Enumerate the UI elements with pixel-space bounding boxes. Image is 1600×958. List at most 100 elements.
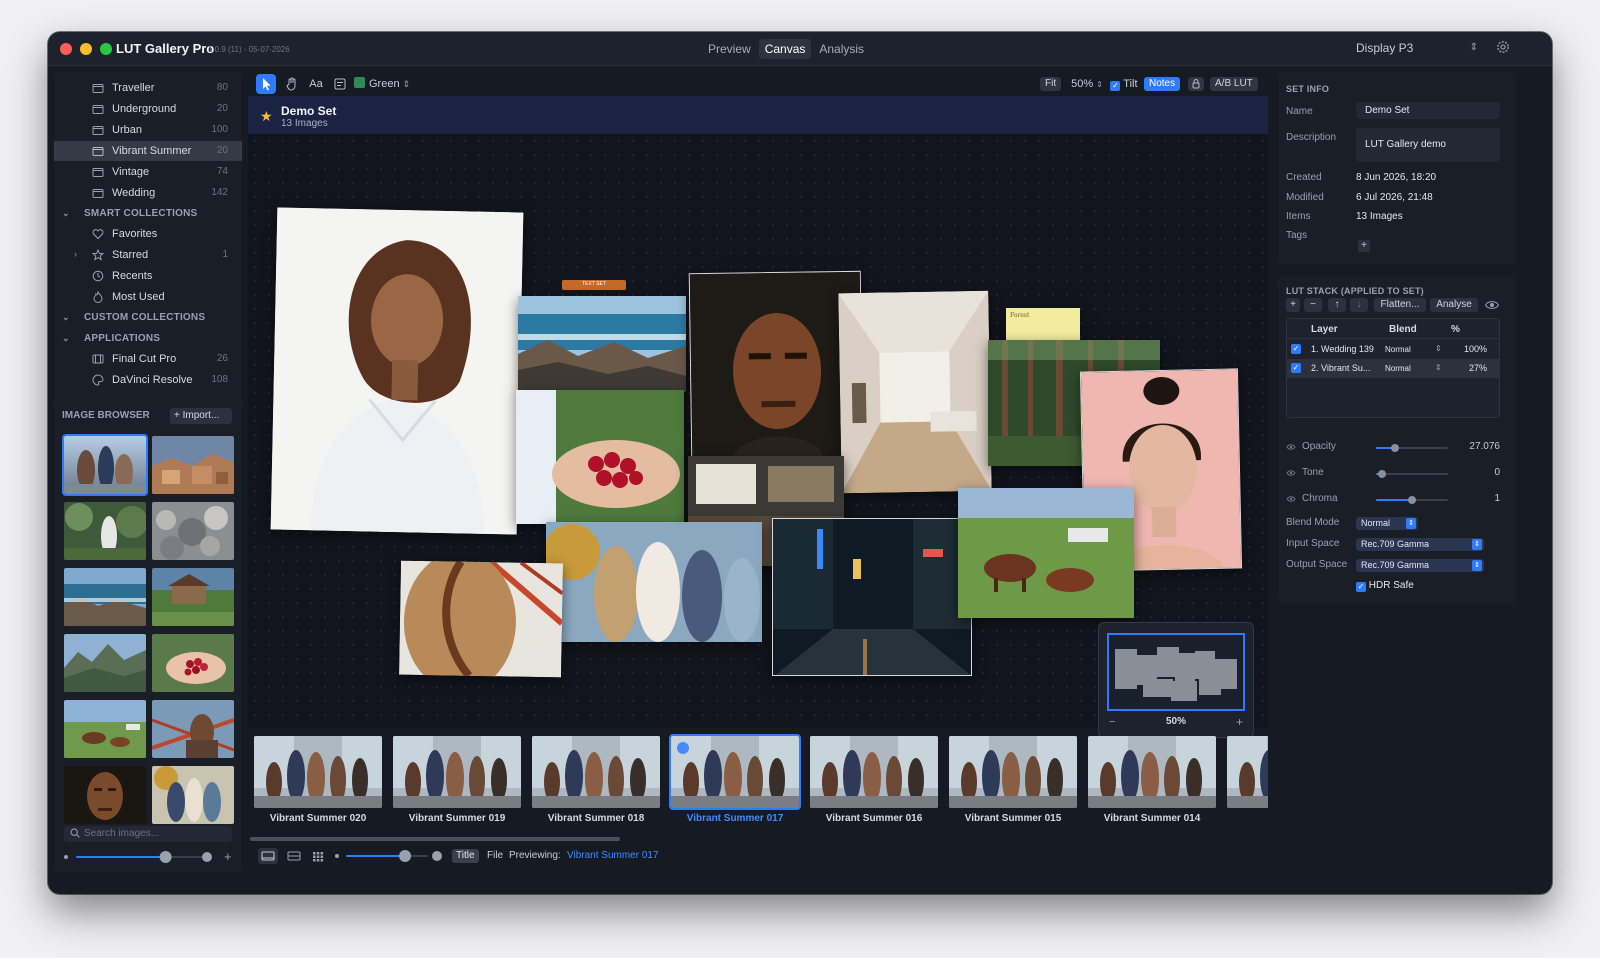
- canvas-photo[interactable]: [270, 207, 524, 535]
- filmstrip-item[interactable]: Vibrant Summer 014: [1088, 736, 1216, 824]
- layer-blend[interactable]: Normal: [1385, 364, 1411, 373]
- output-space-select[interactable]: Rec.709 Gamma ⇕: [1356, 559, 1484, 572]
- slider-track[interactable]: [1376, 496, 1448, 504]
- move-up-button[interactable]: ↑: [1328, 298, 1346, 312]
- section-applications[interactable]: ⌄ APPLICATIONS: [54, 330, 242, 348]
- browser-thumb[interactable]: [152, 766, 234, 824]
- checkbox-checked-icon[interactable]: ✓: [1291, 363, 1301, 373]
- sidebar-item-final-cut-pro[interactable]: Final Cut Pro 26: [54, 349, 242, 369]
- input-space-select[interactable]: Rec.709 Gamma ⇕: [1356, 538, 1484, 551]
- add-layer-button[interactable]: +: [1286, 298, 1300, 312]
- analyse-button[interactable]: Analyse: [1430, 298, 1478, 312]
- scrollbar-thumb[interactable]: [250, 837, 620, 841]
- browser-thumb[interactable]: [152, 700, 234, 758]
- slider-track[interactable]: [1376, 444, 1448, 452]
- thumbnail-size-slider[interactable]: +: [64, 850, 236, 864]
- text-tool-button[interactable]: Aa: [306, 74, 326, 94]
- filmstrip-item[interactable]: Vibrai: [1227, 736, 1268, 824]
- display-profile-select[interactable]: Display P3 ⇕: [1348, 40, 1484, 58]
- eye-icon[interactable]: [1286, 442, 1296, 452]
- filmstrip-item[interactable]: Vibrant Summer 020: [254, 736, 382, 824]
- slider-knob[interactable]: [1391, 444, 1400, 452]
- layout-grid-button[interactable]: [308, 848, 328, 864]
- blend-mode-select[interactable]: Normal ⇕: [1356, 517, 1418, 530]
- canvas-photo[interactable]: [399, 560, 563, 678]
- canvas-photo[interactable]: [546, 522, 762, 642]
- layout-filmstrip-button[interactable]: [258, 848, 278, 864]
- filmstrip-item[interactable]: Vibrant Summer 016: [810, 736, 938, 824]
- zoom-select[interactable]: 50% ⇕: [1068, 74, 1106, 94]
- lock-button[interactable]: [1188, 77, 1204, 91]
- canvas-photo[interactable]: [516, 390, 684, 524]
- browser-thumb[interactable]: [64, 634, 146, 692]
- sidebar-item-traveller[interactable]: Traveller 80: [54, 78, 242, 98]
- canvas-photo[interactable]: [688, 270, 864, 460]
- caption-title-toggle[interactable]: Title: [452, 849, 479, 863]
- filmstrip-size-slider[interactable]: [334, 849, 444, 863]
- canvas-text-tag[interactable]: TEXT SET: [562, 280, 626, 290]
- filmstrip-item[interactable]: Vibrant Summer 015: [949, 736, 1077, 824]
- search-input[interactable]: Search images...: [64, 826, 232, 842]
- name-field[interactable]: Demo Set: [1356, 102, 1500, 119]
- gear-icon[interactable]: [1496, 40, 1510, 54]
- sidebar-item-urban[interactable]: Urban 100: [54, 120, 242, 140]
- slider-chroma[interactable]: Chroma 1: [1286, 492, 1500, 508]
- section-smart-collections[interactable]: ⌄ SMART COLLECTIONS: [54, 205, 242, 223]
- notes-toggle[interactable]: Notes: [1144, 77, 1181, 91]
- description-field[interactable]: LUT Gallery demo: [1356, 128, 1500, 162]
- browser-thumb[interactable]: [152, 502, 234, 560]
- browser-thumb[interactable]: [152, 436, 234, 494]
- browser-thumb[interactable]: [152, 634, 234, 692]
- filmstrip-item[interactable]: Vibrant Summer 019: [393, 736, 521, 824]
- canvas-photo[interactable]: [838, 290, 992, 494]
- browser-thumb[interactable]: [64, 766, 146, 824]
- filmstrip-scrollbar[interactable]: [248, 836, 1268, 842]
- color-select[interactable]: Green ⇕: [354, 74, 412, 94]
- eye-icon[interactable]: [1484, 298, 1500, 312]
- minimize-window-button[interactable]: [80, 43, 92, 55]
- slider-opacity[interactable]: Opacity 27.076: [1286, 440, 1500, 456]
- eye-icon[interactable]: [1286, 494, 1296, 504]
- move-down-button[interactable]: ↓: [1350, 298, 1368, 312]
- minimap[interactable]: − 50% +: [1098, 622, 1254, 738]
- minimap-viewport[interactable]: [1107, 633, 1245, 711]
- sidebar-item-wedding[interactable]: Wedding 142: [54, 183, 242, 203]
- browser-thumb[interactable]: [152, 568, 234, 626]
- chevron-right-icon[interactable]: ›: [74, 249, 77, 259]
- browser-thumb[interactable]: [64, 700, 146, 758]
- ab-lut-button[interactable]: A/B LUT: [1210, 77, 1258, 91]
- canvas[interactable]: TEXT SET Forest − 50% +: [248, 134, 1268, 738]
- filmstrip-item[interactable]: Vibrant Summer 017: [669, 734, 801, 824]
- layer-blend[interactable]: Normal: [1385, 345, 1411, 354]
- layout-split-button[interactable]: [284, 848, 304, 864]
- zoom-window-button[interactable]: [100, 43, 112, 55]
- tilt-checkbox[interactable]: ✓ Tilt: [1108, 74, 1140, 94]
- remove-layer-button[interactable]: −: [1304, 298, 1322, 312]
- sidebar-item-starred[interactable]: › Starred 1: [54, 245, 242, 265]
- checkbox-checked-icon[interactable]: ✓: [1291, 344, 1301, 354]
- sidebar-item-davinci-resolve[interactable]: DaVinci Resolve 108: [54, 370, 242, 390]
- mode-preview[interactable]: Preview: [702, 39, 757, 59]
- hdr-safe-checkbox[interactable]: ✓ HDR Safe: [1356, 580, 1414, 592]
- sidebar-item-underground[interactable]: Underground 20: [54, 99, 242, 119]
- section-custom-collections[interactable]: ⌄ CUSTOM COLLECTIONS: [54, 309, 242, 327]
- canvas-photo[interactable]: [772, 518, 972, 676]
- slider-knob[interactable]: [1377, 470, 1386, 478]
- import-button[interactable]: + Import...: [170, 408, 232, 424]
- select-tool-button[interactable]: [256, 74, 276, 94]
- note-tool-button[interactable]: [330, 74, 350, 94]
- browser-thumb[interactable]: [64, 568, 146, 626]
- browser-thumb[interactable]: [62, 434, 148, 496]
- sidebar-item-vibrant-summer[interactable]: Vibrant Summer 20: [54, 141, 242, 161]
- slider-track[interactable]: [1376, 470, 1448, 478]
- canvas-photo[interactable]: [958, 488, 1134, 618]
- eye-icon[interactable]: [1286, 468, 1296, 478]
- sidebar-item-most-used[interactable]: Most Used: [54, 287, 242, 307]
- canvas-photo[interactable]: [518, 296, 686, 392]
- mode-canvas[interactable]: Canvas: [758, 39, 812, 59]
- mode-analysis[interactable]: Analysis: [813, 39, 870, 59]
- close-window-button[interactable]: [60, 43, 72, 55]
- filmstrip-item[interactable]: Vibrant Summer 018: [532, 736, 660, 824]
- sidebar-item-vintage[interactable]: Vintage 74: [54, 162, 242, 182]
- star-icon[interactable]: ★: [260, 108, 273, 125]
